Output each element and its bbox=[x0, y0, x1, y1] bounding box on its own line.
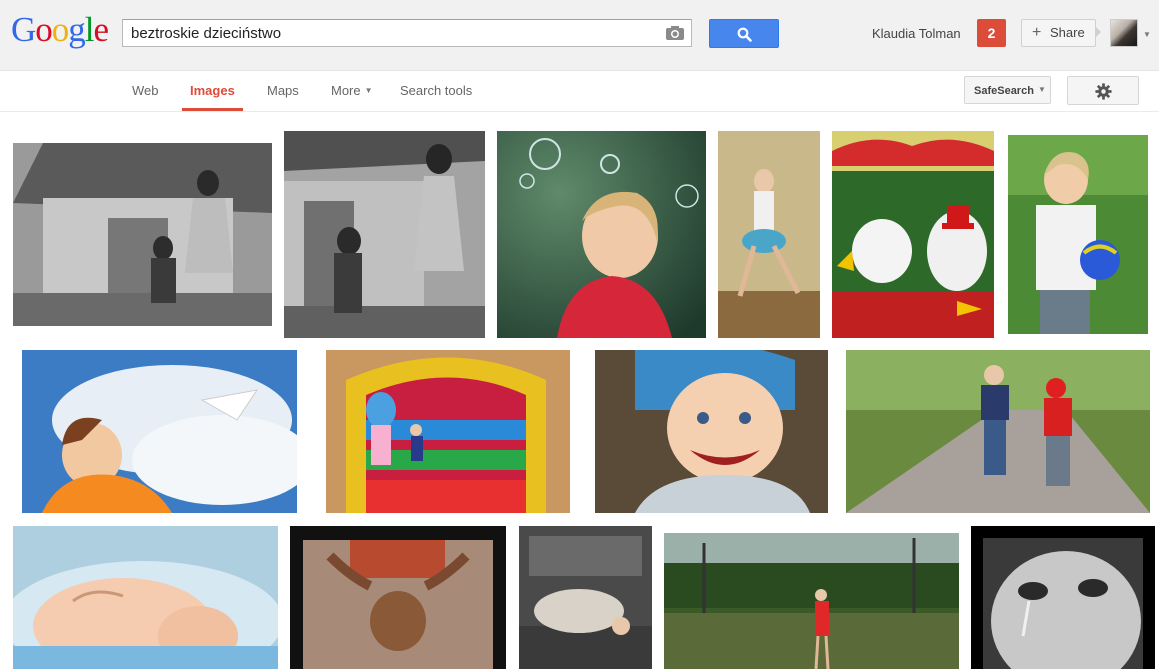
camera-icon[interactable] bbox=[665, 25, 685, 41]
search-input[interactable] bbox=[123, 20, 653, 46]
share-arrow bbox=[1095, 26, 1101, 38]
tab-web[interactable]: Web bbox=[132, 83, 159, 111]
chevron-down-icon[interactable]: ▼ bbox=[1143, 30, 1151, 39]
logo-letter: o bbox=[35, 10, 52, 49]
logo-letter: g bbox=[68, 10, 85, 49]
image-result[interactable] bbox=[595, 350, 828, 513]
logo-letter: o bbox=[51, 10, 69, 49]
image-result[interactable] bbox=[832, 131, 994, 338]
image-result[interactable] bbox=[13, 143, 272, 326]
image-result[interactable] bbox=[22, 350, 297, 513]
image-result[interactable] bbox=[846, 350, 1150, 513]
safesearch-label: SafeSearch bbox=[974, 85, 1034, 97]
image-result[interactable] bbox=[326, 350, 570, 513]
image-result[interactable] bbox=[664, 533, 959, 669]
tab-more-label: More bbox=[331, 83, 361, 98]
username-link[interactable]: Klaudia Tolman bbox=[872, 26, 961, 41]
nav-bar: Web Images Maps More ▼ Search tools SafeS… bbox=[0, 71, 1159, 112]
logo-letter: e bbox=[93, 10, 110, 49]
google-logo[interactable]: Google bbox=[11, 10, 110, 49]
logo-letter: l bbox=[84, 10, 95, 49]
safesearch-dropdown[interactable]: SafeSearch ▼ bbox=[964, 76, 1051, 104]
chevron-down-icon: ▼ bbox=[364, 86, 373, 95]
image-result[interactable] bbox=[971, 526, 1155, 669]
image-result[interactable] bbox=[497, 131, 706, 338]
image-result[interactable] bbox=[519, 526, 652, 669]
notification-badge[interactable]: 2 bbox=[977, 19, 1006, 47]
plus-icon: + bbox=[1032, 24, 1042, 41]
image-result[interactable] bbox=[718, 131, 820, 338]
chevron-down-icon: ▼ bbox=[1037, 85, 1046, 94]
logo-letter: G bbox=[11, 10, 36, 49]
image-result[interactable] bbox=[13, 526, 278, 669]
tab-maps[interactable]: Maps bbox=[267, 83, 299, 111]
search-tools-button[interactable]: Search tools bbox=[400, 83, 472, 111]
search-icon bbox=[737, 27, 752, 42]
avatar[interactable] bbox=[1110, 19, 1138, 47]
tab-images[interactable]: Images bbox=[182, 83, 243, 111]
share-button[interactable]: + Share bbox=[1021, 19, 1096, 47]
tab-more[interactable]: More ▼ bbox=[331, 83, 373, 111]
settings-button[interactable] bbox=[1067, 76, 1139, 105]
gear-icon bbox=[1095, 83, 1112, 100]
image-result[interactable] bbox=[290, 526, 506, 669]
image-result[interactable] bbox=[1008, 135, 1148, 334]
search-box bbox=[122, 19, 692, 47]
top-bar: Google Klaudia Tolman 2 + Share ▼ bbox=[0, 0, 1159, 71]
image-result[interactable] bbox=[284, 131, 485, 338]
share-label: Share bbox=[1050, 25, 1085, 40]
search-button[interactable] bbox=[709, 19, 779, 48]
